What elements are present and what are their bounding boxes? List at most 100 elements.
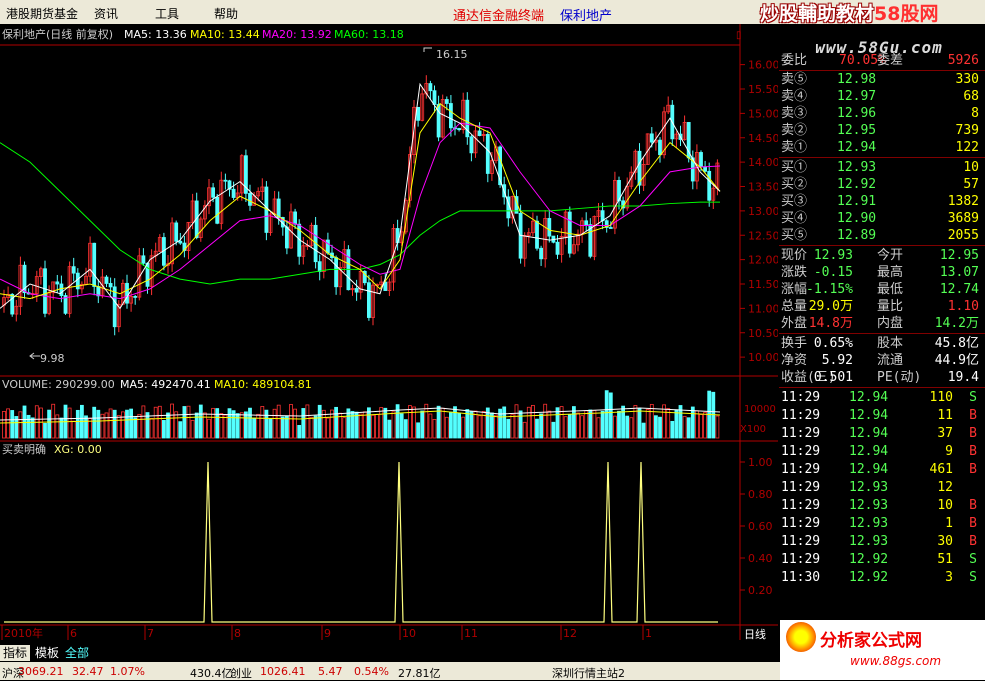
- ask-label: 卖②: [781, 123, 808, 138]
- volume-bar: [641, 422, 646, 439]
- volume-bar: [448, 411, 453, 439]
- volume-bar: [379, 407, 384, 439]
- bid-price: 12.91: [837, 194, 877, 209]
- volume-bar: [551, 421, 556, 439]
- bid-row: 买③ 12.91 1382: [779, 193, 983, 210]
- volume-bar: [506, 418, 511, 439]
- menu-item-hk-futures[interactable]: 港股期货基金: [6, 5, 78, 22]
- candlesticks: [2, 75, 720, 336]
- volume-bar: [153, 406, 158, 439]
- volume-bar: [284, 415, 289, 439]
- ticker-item: 430.4亿: [190, 667, 233, 680]
- volume-bar: [403, 419, 408, 439]
- restore-icon[interactable]: ▯: [736, 30, 742, 41]
- volume-bar: [207, 418, 211, 439]
- bid-price: 12.89: [837, 228, 877, 243]
- stat-label: 现价: [781, 248, 808, 263]
- volume-bar: [112, 409, 117, 439]
- volume-bar: [649, 403, 654, 439]
- stat-label: 涨幅: [781, 282, 808, 297]
- bid-volume: 1382: [947, 194, 979, 209]
- candle-body: [284, 226, 289, 249]
- volume-bar: [2, 410, 6, 439]
- ask-price: 12.98: [837, 72, 877, 87]
- volume-bar: [157, 405, 162, 439]
- stat-value: -1.15%: [806, 282, 853, 297]
- stat-row: 涨跌 -0.15 最高 13.07: [779, 264, 983, 281]
- tab-indicators[interactable]: 指标: [0, 645, 31, 661]
- volume-bar: [305, 404, 310, 439]
- tick-side: B: [969, 498, 977, 513]
- volume-header: VOLUME: 290299.00: [2, 378, 115, 391]
- candle-body: [354, 288, 359, 293]
- fund-row: 收益(三) 0.501 PE(动) 19.4: [779, 369, 983, 386]
- tick-volume: 1: [945, 516, 953, 531]
- tick-side: S: [969, 390, 977, 405]
- candle-body: [55, 281, 60, 285]
- tab-all[interactable]: 全部: [62, 645, 92, 661]
- tick-time: 11:29: [781, 426, 821, 441]
- tab-templates[interactable]: 模板: [32, 645, 62, 661]
- volume-bar: [522, 421, 527, 439]
- volume-bar: [629, 417, 634, 439]
- ticker-item[interactable]: 深圳行情主站2: [552, 665, 625, 681]
- ma20-line: [0, 122, 721, 300]
- volume-bar: [670, 420, 675, 439]
- volume-bar: [592, 410, 597, 439]
- volume-bar: [248, 407, 252, 439]
- volume-bar: [71, 420, 76, 439]
- volume-bar: [317, 404, 322, 439]
- volume-bar: [6, 408, 10, 439]
- volume-bar: [604, 390, 609, 439]
- volume-bar: [227, 408, 232, 439]
- volume-bar: [608, 392, 613, 439]
- fund-row: 换手 0.65% 股本 45.8亿: [779, 335, 983, 352]
- volume-bar: [10, 410, 15, 439]
- candle-body: [535, 220, 539, 249]
- weibi-row: 委比 70.05% 委差 5926: [779, 52, 983, 69]
- indicator-header: 买卖明确: [2, 443, 46, 456]
- menu-item-tools[interactable]: 工具: [155, 5, 179, 22]
- price-tick-label: 15.50: [748, 83, 778, 96]
- tick-time: 11:29: [781, 408, 821, 423]
- ticker-item: 0.54%: [354, 665, 389, 678]
- candle-body: [133, 296, 138, 298]
- volume-bar: [297, 425, 302, 439]
- weibi-label: 委比: [781, 53, 808, 68]
- candle-body: [71, 266, 76, 274]
- bid-volume: 2055: [947, 228, 979, 243]
- stat-label-2: 最低: [877, 282, 904, 297]
- ticker-item: 32.47: [72, 665, 104, 678]
- logo-88gs: 分析家公式网 www.88gs.com: [780, 620, 985, 680]
- tick-time: 11:29: [781, 534, 821, 549]
- tick-side: B: [969, 444, 977, 459]
- candle-body: [567, 211, 572, 254]
- tick-side: B: [969, 426, 977, 441]
- volume-bar: [39, 407, 43, 439]
- tick-row: 11:29 12.94 110 S: [779, 389, 983, 406]
- date-label: 8: [234, 627, 241, 640]
- tick-side: S: [969, 552, 977, 567]
- volume-bar: [600, 410, 605, 439]
- stat-value: 14.8万: [808, 316, 853, 331]
- volume-bar: [182, 406, 187, 439]
- fund-label-2: 流通: [877, 353, 904, 368]
- tick-price: 12.93: [849, 498, 889, 513]
- tick-row: 11:29 12.94 9 B: [779, 443, 983, 460]
- bid-volume: 3689: [947, 211, 979, 226]
- menu-item-help[interactable]: 帮助: [214, 5, 238, 22]
- volume-bar: [186, 405, 191, 439]
- stat-value-2: 1.10: [947, 299, 979, 314]
- tick-row: 11:30 12.92 3 S: [779, 569, 983, 586]
- menu-item-news[interactable]: 资讯: [94, 5, 118, 22]
- low-price-label: 9.98: [40, 352, 65, 365]
- candle-body: [485, 134, 490, 174]
- volume-bar: [289, 404, 293, 439]
- tick-row: 11:29 12.94 37 B: [779, 425, 983, 442]
- volume-bar: [539, 413, 543, 439]
- volume-bar: [399, 413, 404, 439]
- kline-chart[interactable]: 16.00 15.50 15.00 14.50 14.00 13.50 13.00 12.50…: [0, 24, 778, 657]
- period-label[interactable]: 日线: [744, 627, 766, 641]
- volume-bar: [293, 408, 298, 439]
- stat-label-2: 今开: [877, 248, 904, 263]
